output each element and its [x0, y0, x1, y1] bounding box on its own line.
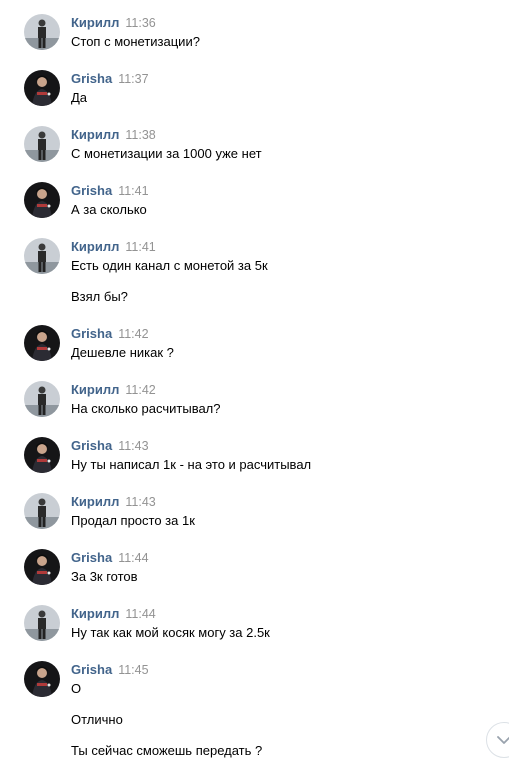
author-name[interactable]: Кирилл: [71, 382, 119, 397]
grisha-avatar[interactable]: [24, 661, 60, 697]
message-text: Ну так как мой косяк могу за 2.5к: [71, 625, 270, 640]
message-header: Grisha 11:42: [71, 326, 149, 342]
message-time[interactable]: 11:42: [118, 327, 148, 341]
message-time[interactable]: 11:43: [118, 439, 148, 453]
message-header: Кирилл 11:36: [71, 15, 156, 31]
author-name[interactable]: Grisha: [71, 550, 112, 565]
kirill-avatar[interactable]: [24, 238, 60, 274]
message-text: С монетизации за 1000 уже нет: [71, 146, 262, 161]
message-time[interactable]: 11:44: [118, 551, 148, 565]
message-text: За 3к готов: [71, 569, 138, 584]
kirill-avatar[interactable]: [24, 126, 60, 162]
grisha-avatar[interactable]: [24, 325, 60, 361]
message-text: Продал просто за 1к: [71, 513, 195, 528]
author-name[interactable]: Grisha: [71, 326, 112, 341]
message-text: Отлично: [71, 712, 123, 727]
message-header: Кирилл 11:38: [71, 127, 156, 143]
message-time[interactable]: 11:44: [125, 607, 155, 621]
message-time[interactable]: 11:43: [125, 495, 155, 509]
message-time[interactable]: 11:41: [118, 184, 148, 198]
message-time[interactable]: 11:37: [118, 72, 148, 86]
grisha-avatar[interactable]: [24, 70, 60, 106]
message-time[interactable]: 11:41: [125, 240, 155, 254]
message-time[interactable]: 11:45: [118, 663, 148, 677]
grisha-avatar[interactable]: [24, 549, 60, 585]
grisha-avatar[interactable]: [24, 182, 60, 218]
kirill-avatar[interactable]: [24, 14, 60, 50]
message-header: Grisha 11:43: [71, 438, 149, 454]
author-name[interactable]: Кирилл: [71, 127, 119, 142]
message-text: Есть один канал с монетой за 5к: [71, 258, 268, 273]
message-text: На сколько расчитывал?: [71, 401, 221, 416]
kirill-avatar[interactable]: [24, 605, 60, 641]
message-header: Кирилл 11:42: [71, 382, 156, 398]
message-header: Grisha 11:41: [71, 183, 149, 199]
message-text: Взял бы?: [71, 289, 128, 304]
message-header: Кирилл 11:44: [71, 606, 156, 622]
message-history: Кирилл 11:36 Стоп с монетизации? Grisha 11…: [0, 0, 509, 775]
message-text: Ты сейчас сможешь передать ?: [71, 743, 263, 758]
grisha-avatar[interactable]: [24, 437, 60, 473]
author-name[interactable]: Кирилл: [71, 606, 119, 621]
author-name[interactable]: Кирилл: [71, 15, 119, 30]
author-name[interactable]: Кирилл: [71, 494, 119, 509]
message-header: Grisha 11:44: [71, 550, 149, 566]
author-name[interactable]: Grisha: [71, 662, 112, 677]
message-time[interactable]: 11:42: [125, 383, 155, 397]
message-text: А за сколько: [71, 202, 147, 217]
message-time[interactable]: 11:38: [125, 128, 155, 142]
message-text: О: [71, 681, 82, 696]
message-time[interactable]: 11:36: [125, 16, 155, 30]
message-header: Кирилл 11:41: [71, 239, 156, 255]
message-header: Grisha 11:45: [71, 662, 149, 678]
author-name[interactable]: Кирилл: [71, 239, 119, 254]
author-name[interactable]: Grisha: [71, 438, 112, 453]
message-header: Кирилл 11:43: [71, 494, 156, 510]
message-text: Да: [71, 90, 88, 105]
message-text: Дешевле никак ?: [71, 345, 174, 360]
message-text: Стоп с монетизации?: [71, 34, 200, 49]
chevron-down-icon: [497, 736, 509, 744]
kirill-avatar[interactable]: [24, 493, 60, 529]
author-name[interactable]: Grisha: [71, 183, 112, 198]
message-text: Ну ты написал 1к - на это и расчитывал: [71, 457, 312, 472]
message-header: Grisha 11:37: [71, 71, 149, 87]
author-name[interactable]: Grisha: [71, 71, 112, 86]
kirill-avatar[interactable]: [24, 381, 60, 417]
